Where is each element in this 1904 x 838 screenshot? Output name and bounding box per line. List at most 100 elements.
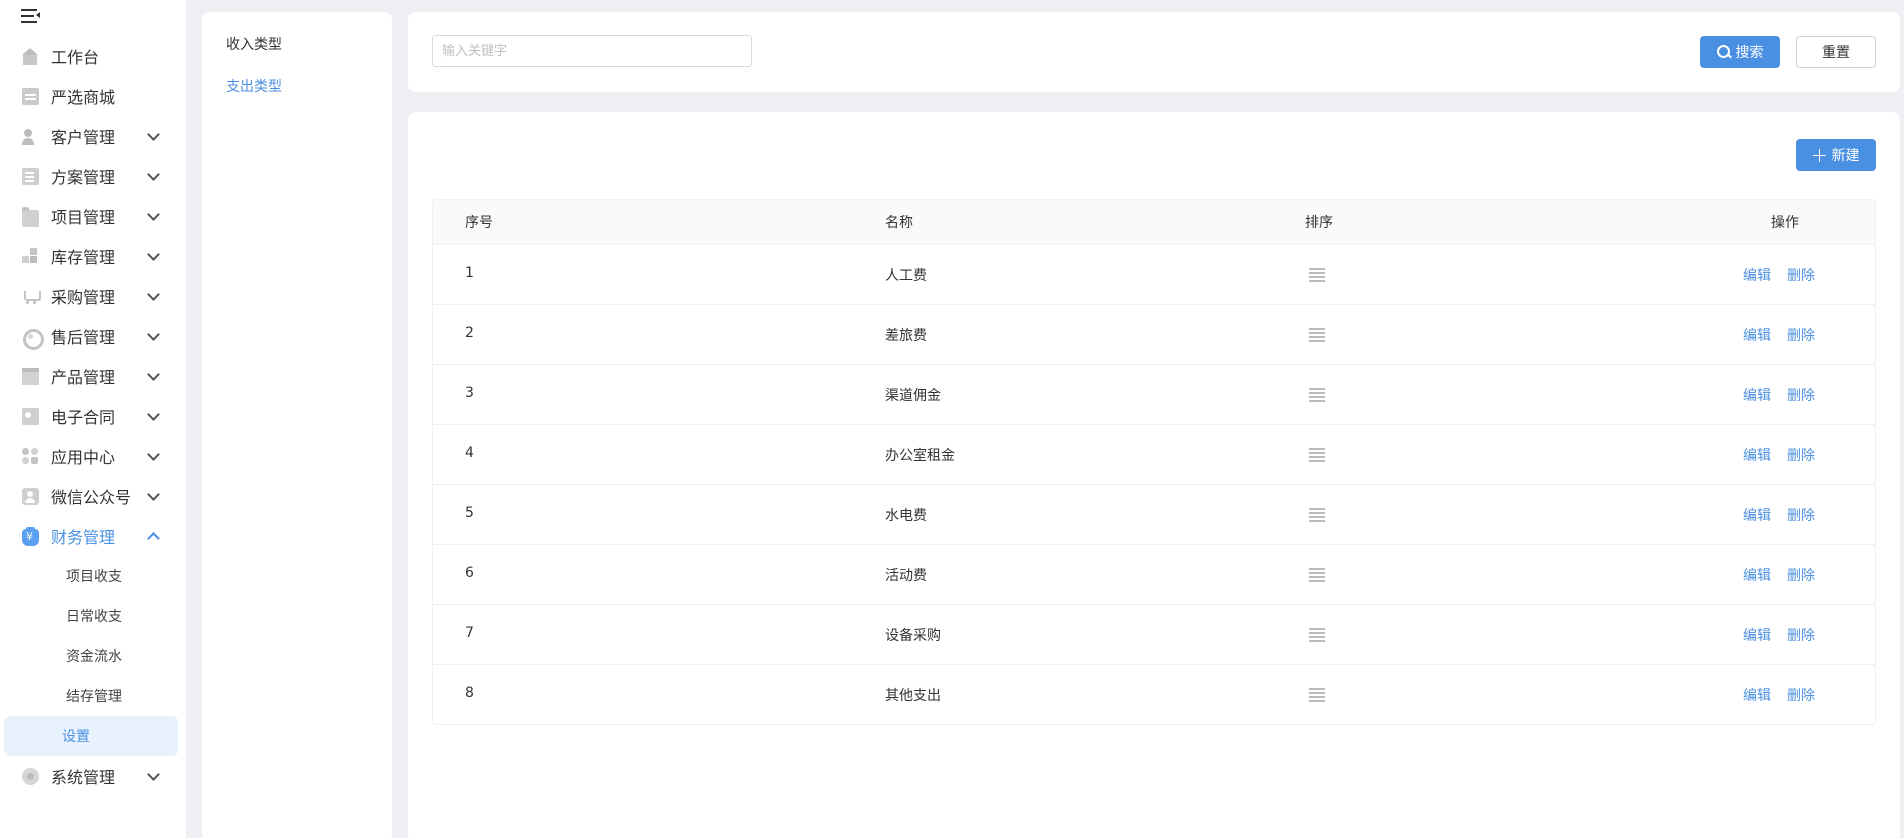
sidebar-item-plans[interactable]: 方案管理 [0, 156, 186, 196]
sidebar-item-system[interactable]: 系统管理 [0, 756, 186, 796]
search-button[interactable]: 搜索 [1700, 36, 1780, 68]
table-header: 序号 名称 排序 操作 [433, 200, 1875, 244]
chevron-down-icon [147, 328, 160, 341]
edit-link[interactable]: 编辑 [1743, 625, 1771, 645]
sidebar-item-after-sales[interactable]: 售后管理 [0, 316, 186, 356]
delete-link[interactable]: 删除 [1787, 685, 1815, 705]
delete-link[interactable]: 删除 [1787, 505, 1815, 525]
search-icon [1716, 45, 1731, 59]
collapse-menu-icon[interactable] [21, 8, 41, 24]
product-icon [22, 367, 39, 385]
chevron-down-icon [147, 248, 160, 261]
chevron-down-icon [147, 488, 160, 501]
chevron-down-icon [147, 408, 160, 421]
submenu-item-balance[interactable]: 结存管理 [4, 676, 178, 716]
chevron-down-icon [147, 448, 160, 461]
column-header-name: 名称 [885, 215, 913, 231]
headset-icon [22, 328, 44, 350]
edit-link[interactable]: 编辑 [1743, 685, 1771, 705]
submenu-item-cash-flow[interactable]: 资金流水 [4, 636, 178, 676]
sidebar-item-label: 应用中心 [51, 448, 116, 467]
row-name: 其他支出 [885, 688, 941, 704]
row-name: 人工费 [885, 268, 927, 284]
row-name: 渠道佣金 [885, 388, 941, 404]
edit-link[interactable]: 编辑 [1743, 445, 1771, 465]
submenu-item-daily-income[interactable]: 日常收支 [4, 596, 178, 636]
sidebar-item-label: 库存管理 [51, 248, 116, 267]
column-header-sort: 排序 [1305, 215, 1333, 231]
edit-link[interactable]: 编辑 [1743, 325, 1771, 345]
edit-link[interactable]: 编辑 [1743, 265, 1771, 285]
sidebar-menu: 工作台 严选商城 客户管理 方案管理 项目管理 库存管理 采购管理 售后管理 产… [0, 36, 186, 796]
sidebar-item-label: 售后管理 [51, 328, 116, 347]
document-icon [22, 167, 39, 185]
row-no: 3 [465, 385, 474, 401]
new-button[interactable]: 新建 [1796, 139, 1876, 171]
store-icon [22, 87, 39, 105]
edit-link[interactable]: 编辑 [1743, 385, 1771, 405]
drag-handle-icon[interactable] [1309, 268, 1325, 282]
sidebar-item-wechat[interactable]: 微信公众号 [0, 476, 186, 516]
drag-handle-icon[interactable] [1309, 328, 1325, 342]
table-row: 7 设备采购 编辑 删除 [433, 604, 1875, 664]
edit-link[interactable]: 编辑 [1743, 565, 1771, 585]
delete-link[interactable]: 删除 [1787, 565, 1815, 585]
reset-button-label: 重置 [1822, 44, 1850, 60]
sidebar-item-label: 电子合同 [51, 408, 116, 427]
sidebar-item-inventory[interactable]: 库存管理 [0, 236, 186, 276]
drag-handle-icon[interactable] [1309, 508, 1325, 522]
delete-link[interactable]: 删除 [1787, 625, 1815, 645]
chevron-down-icon [147, 288, 160, 301]
submenu-item-project-income[interactable]: 项目收支 [4, 556, 178, 596]
drag-handle-icon[interactable] [1309, 688, 1325, 702]
sidebar-item-finance[interactable]: 财务管理 [0, 516, 186, 556]
sidebar-item-projects[interactable]: 项目管理 [0, 196, 186, 236]
sidebar-item-label: 系统管理 [51, 768, 116, 787]
expense-type-table: 序号 名称 排序 操作 1 人工费 编辑 删除 2 差旅费 编辑 删除 3 渠道… [432, 199, 1876, 725]
drag-handle-icon[interactable] [1309, 388, 1325, 402]
sidebar-item-workbench[interactable]: 工作台 [0, 36, 186, 76]
reset-button[interactable]: 重置 [1796, 36, 1876, 68]
sidebar-item-purchasing[interactable]: 采购管理 [0, 276, 186, 316]
row-name: 办公室租金 [885, 448, 955, 464]
drag-handle-icon[interactable] [1309, 568, 1325, 582]
keyword-search-input[interactable] [432, 35, 752, 67]
table-row: 5 水电费 编辑 删除 [433, 484, 1875, 544]
drag-handle-icon[interactable] [1309, 628, 1325, 642]
category-income-type[interactable]: 收入类型 [226, 34, 282, 54]
new-button-label: 新建 [1831, 147, 1860, 163]
sidebar-item-label: 项目管理 [51, 208, 116, 227]
sidebar-item-customers[interactable]: 客户管理 [0, 116, 186, 156]
submenu-item-settings[interactable]: 设置 [4, 716, 178, 756]
customer-icon [22, 128, 39, 145]
sidebar-item-label: 严选商城 [51, 88, 116, 107]
sidebar-item-products[interactable]: 产品管理 [0, 356, 186, 396]
delete-link[interactable]: 删除 [1787, 385, 1815, 405]
search-button-label: 搜索 [1735, 44, 1764, 60]
sidebar-item-app-center[interactable]: 应用中心 [0, 436, 186, 476]
chevron-down-icon [147, 208, 160, 221]
row-no: 1 [465, 265, 474, 281]
category-panel: 收入类型 支出类型 [202, 12, 392, 838]
delete-link[interactable]: 删除 [1787, 445, 1815, 465]
edit-link[interactable]: 编辑 [1743, 505, 1771, 525]
chevron-down-icon [147, 128, 160, 141]
wechat-icon [22, 487, 39, 505]
search-bar: 搜索 重置 [408, 12, 1900, 92]
sidebar-item-label: 财务管理 [51, 528, 116, 547]
table-row: 1 人工费 编辑 删除 [433, 244, 1875, 304]
row-no: 4 [465, 445, 474, 461]
sidebar-item-contracts[interactable]: 电子合同 [0, 396, 186, 436]
category-expense-type[interactable]: 支出类型 [226, 76, 282, 96]
settings-icon [22, 767, 39, 785]
sidebar-item-mall[interactable]: 严选商城 [0, 76, 186, 116]
expense-type-table-card: 新建 序号 名称 排序 操作 1 人工费 编辑 删除 2 差旅费 编辑 删除 3… [408, 112, 1900, 838]
app-root: 工作台 严选商城 客户管理 方案管理 项目管理 库存管理 采购管理 售后管理 产… [0, 0, 1904, 838]
row-no: 5 [465, 505, 474, 521]
sidebar-item-label: 产品管理 [51, 368, 116, 387]
delete-link[interactable]: 删除 [1787, 325, 1815, 345]
drag-handle-icon[interactable] [1309, 448, 1325, 462]
chevron-down-icon [147, 168, 160, 181]
row-name: 设备采购 [885, 628, 941, 644]
delete-link[interactable]: 删除 [1787, 265, 1815, 285]
